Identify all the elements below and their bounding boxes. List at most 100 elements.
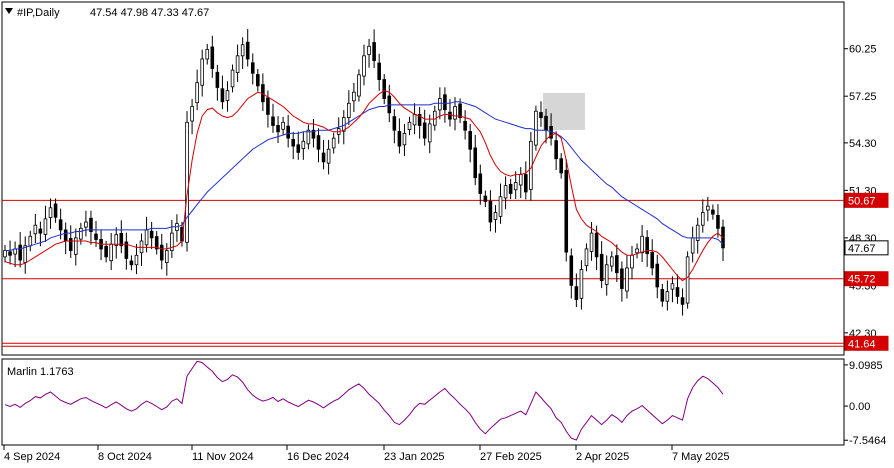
candle-body — [685, 256, 690, 304]
candle-body — [422, 122, 427, 139]
candle-body — [63, 229, 68, 242]
main-panel-frame — [1, 1, 845, 356]
candle-body — [58, 219, 63, 231]
candle-body — [478, 173, 483, 194]
y-tick-label: 54.30 — [849, 138, 877, 150]
candle-body — [463, 120, 467, 131]
candle-body — [185, 121, 189, 243]
candle-body — [210, 46, 215, 69]
candle-body — [488, 201, 493, 223]
x-tick-label: 23 Jan 2025 — [384, 451, 445, 463]
candle-body — [468, 131, 472, 150]
x-tick-label: 7 May 2025 — [672, 451, 729, 463]
candle-body — [635, 248, 639, 254]
ohlc-label: 47.54 47.98 47.33 47.67 — [90, 7, 209, 19]
candle-body — [589, 232, 594, 252]
candle-body — [94, 233, 98, 240]
candle-body — [18, 244, 22, 261]
candle-body — [397, 131, 402, 147]
candle-body — [584, 248, 589, 267]
candle-body — [195, 82, 199, 104]
candle-body — [372, 42, 376, 61]
candle-body — [508, 183, 513, 194]
candle-body — [716, 214, 720, 229]
candle-body — [129, 260, 134, 266]
candle-body — [711, 209, 715, 215]
candle-body — [579, 269, 584, 299]
candle-body — [43, 218, 48, 235]
candle-body — [655, 263, 660, 288]
candle-body — [640, 235, 644, 254]
candle-body — [48, 207, 53, 218]
candle-body — [215, 71, 220, 88]
candle-body — [392, 116, 397, 131]
candle-body — [367, 45, 371, 55]
candle-body — [438, 98, 442, 111]
candle-body — [625, 267, 629, 292]
candle-body — [139, 240, 144, 254]
candle-body — [301, 140, 306, 149]
candle-body — [559, 158, 563, 174]
candle-body — [240, 44, 245, 57]
candle-body — [377, 62, 381, 80]
candle-body — [453, 106, 457, 120]
candle-body — [84, 221, 88, 228]
candle-body — [165, 250, 169, 263]
candle-body — [73, 237, 78, 255]
level-price-box-label: 50.67 — [848, 195, 876, 207]
candle-body — [402, 132, 407, 146]
candle-body — [650, 252, 655, 269]
x-tick-label: 11 Nov 2024 — [192, 451, 254, 463]
candle-body — [321, 152, 326, 163]
candle-body — [357, 74, 361, 97]
osc-tick-label: 9.0985 — [849, 360, 883, 372]
candle-body — [513, 182, 518, 191]
candle-body — [690, 237, 695, 254]
candle-body — [518, 174, 523, 186]
candle-body — [266, 97, 270, 115]
candle-body — [250, 62, 255, 74]
candle-body — [599, 253, 604, 282]
candle-body — [109, 243, 113, 262]
price-boxes: 50.67 45.72 41.64 47.67 — [844, 192, 889, 351]
candle-body — [534, 110, 538, 146]
y-axis-ticks: 60.2557.2554.3051.3048.3045.3042.30 — [844, 44, 877, 340]
x-tick-label: 16 Dec 2024 — [287, 451, 349, 463]
x-tick-label: 27 Feb 2025 — [480, 451, 542, 463]
candle-body — [412, 113, 417, 126]
candle-body — [28, 235, 33, 247]
candle-body — [564, 170, 569, 253]
candle-body — [144, 229, 149, 246]
candle-body — [574, 286, 579, 300]
candle-body — [493, 212, 498, 220]
candle-body — [554, 140, 558, 160]
candle-body — [362, 55, 366, 77]
candle-body — [68, 238, 73, 251]
candle-body — [443, 94, 447, 111]
candle-body — [473, 147, 478, 179]
candle-body — [245, 41, 250, 60]
indicator-label: Marlin 1.1763 — [7, 366, 74, 378]
candle-body — [352, 91, 356, 102]
candle-body — [665, 291, 670, 302]
candle-body — [670, 283, 675, 290]
candle-body — [200, 58, 204, 86]
x-axis-ticks: 4 Sep 2024 8 Oct 2024 11 Nov 2024 16 Dec 20… — [3, 445, 729, 463]
candle-body — [569, 255, 574, 286]
symbol-label: #IP,Daily — [17, 7, 60, 19]
level-price-box-label: 45.72 — [848, 274, 876, 286]
candle-body — [331, 137, 336, 149]
candle-body — [149, 230, 154, 239]
price-chart: 4 Sep 2024 8 Oct 2024 11 Nov 2024 16 Dec 20… — [1, 1, 889, 463]
y-tick-label: 60.25 — [849, 44, 877, 56]
candle-body — [8, 251, 12, 256]
candle-body — [503, 185, 508, 199]
osc-tick-label: 0.00 — [849, 401, 870, 413]
candle-body — [630, 254, 634, 269]
x-tick-label: 4 Sep 2024 — [4, 451, 60, 463]
candle-body — [483, 195, 488, 202]
current-price-box-label: 47.67 — [848, 243, 876, 255]
candle-body — [700, 212, 705, 226]
candle-body — [620, 268, 624, 289]
candle-body — [296, 144, 301, 153]
